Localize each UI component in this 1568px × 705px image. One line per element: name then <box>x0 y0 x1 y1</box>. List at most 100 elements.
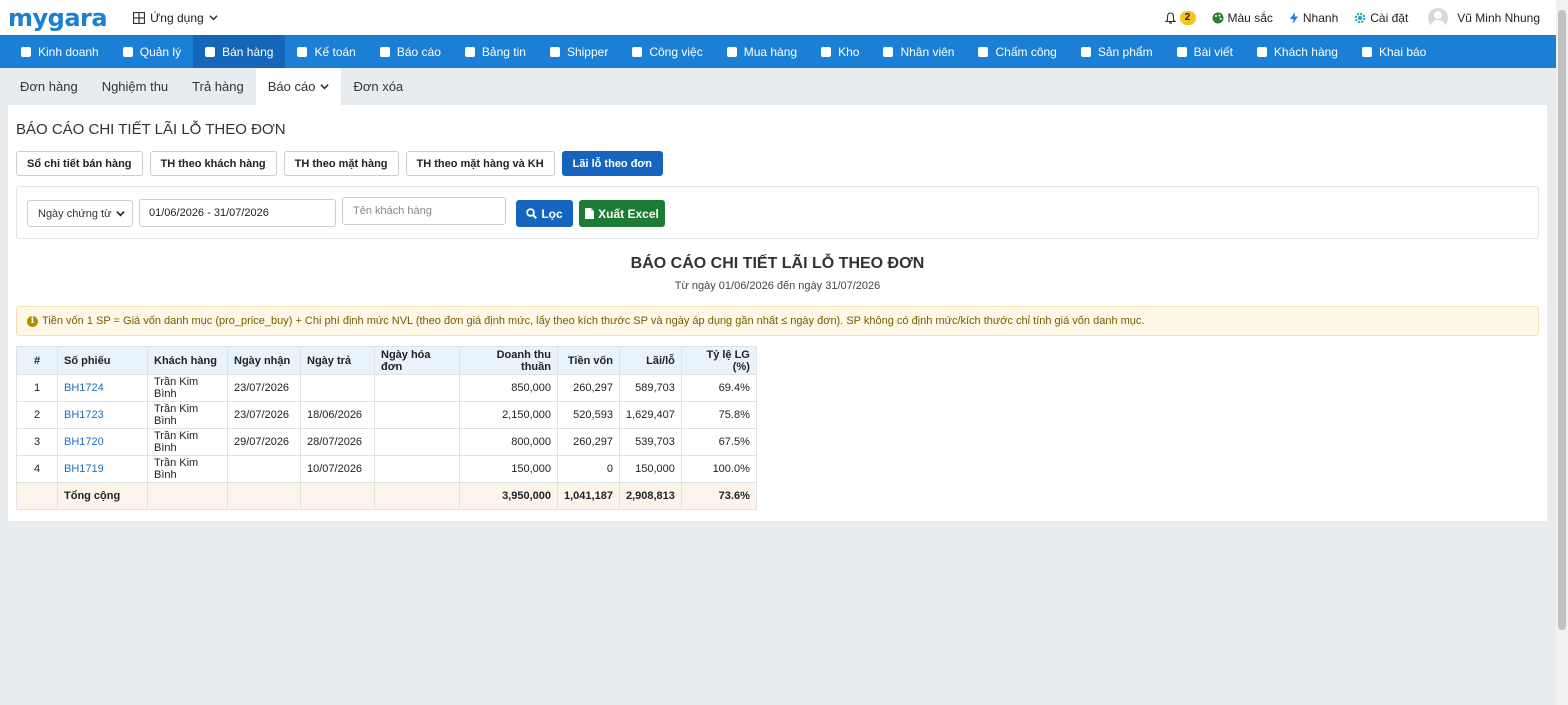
export-label: Xuất Excel <box>598 206 659 221</box>
subtab-5[interactable]: Đơn xóa <box>341 68 415 105</box>
cell-cost: 260,297 <box>557 428 620 456</box>
filter-button[interactable]: Lọc <box>516 200 573 227</box>
cell-customer: Trần Kim Bình <box>147 401 228 429</box>
brand-logo[interactable]: mygara <box>8 3 108 33</box>
total-empty-cell <box>300 482 375 510</box>
order-link[interactable]: BH1719 <box>64 463 104 475</box>
pie-chart-icon <box>379 46 390 57</box>
cell-invoice <box>374 374 460 402</box>
cell-profit: 1,629,407 <box>618 401 682 429</box>
table-row: 2 BH1723 Trần Kim Bình 23/07/2026 18/06/2026… <box>16 401 757 429</box>
quick-button[interactable]: Nhanh <box>1289 11 1338 25</box>
table-header-row: # Số phiếu Khách hàng Ngày nhận Ngày trả Ngày… <box>16 346 757 375</box>
top-right-menu: 2 Màu sắc Nhanh Cài đặt Vũ Minh Nhung <box>1149 7 1540 28</box>
nav-item-label: Quản lý <box>139 44 182 59</box>
cell-invoice <box>374 455 460 483</box>
subtab-3[interactable]: Trả hàng <box>180 68 256 105</box>
cell-profit: 539,703 <box>618 428 682 456</box>
customer-name-input[interactable]: Tên khách hàng <box>342 197 506 225</box>
report-button-5[interactable]: Lãi lỗ theo đơn <box>561 151 663 176</box>
order-link[interactable]: BH1724 <box>64 382 104 394</box>
subtab-4[interactable]: Báo cáo <box>255 68 342 105</box>
nav-item-15[interactable]: Khách hàng <box>1245 35 1350 68</box>
report-button-4[interactable]: TH theo mặt hàng và KH <box>405 151 555 176</box>
nav-item-4[interactable]: Kế toán <box>285 35 367 68</box>
report-button-1[interactable]: Sổ chi tiết bán hàng <box>16 151 143 176</box>
nav-item-10[interactable]: Kho <box>809 35 871 68</box>
nav-item-6[interactable]: Bảng tin <box>453 35 538 68</box>
cell-code: BH1723 <box>57 401 148 429</box>
color-label: Màu sắc <box>1227 10 1273 25</box>
settings-label: Cài đặt <box>1370 10 1409 25</box>
nav-item-7[interactable]: Shipper <box>538 35 620 68</box>
apps-menu[interactable]: Ứng dụng <box>133 11 218 25</box>
date-type-value: Ngày chứng từ <box>38 207 112 220</box>
subtab-1[interactable]: Đơn hàng <box>8 68 90 105</box>
nav-item-1[interactable]: Kinh doanh <box>9 35 111 68</box>
color-button[interactable]: Màu sắc <box>1212 11 1273 25</box>
column-header: Ngày nhận <box>227 346 301 375</box>
page-scrollbar[interactable] <box>1556 0 1568 705</box>
bolt-icon <box>1289 11 1298 24</box>
user-menu[interactable]: Vũ Minh Nhung <box>1428 7 1540 28</box>
nav-item-3[interactable]: Bán hàng <box>193 35 286 68</box>
column-header: Tiền vốn <box>557 346 620 375</box>
apps-label: Ứng dụng <box>150 10 204 25</box>
nav-item-label: Shipper <box>566 44 609 59</box>
subtab-label: Đơn xóa <box>353 79 404 94</box>
filter-bar: Ngày chứng từ 01/06/2026 - 31/07/2026 Tê… <box>16 186 1539 239</box>
nav-item-11[interactable]: Nhân viên <box>871 35 966 68</box>
nav-item-label: Bán hàng <box>222 44 274 59</box>
cell-ratio: 67.5% <box>680 428 757 456</box>
smile-icon <box>1256 46 1267 57</box>
cell-ratio: 100.0% <box>680 455 757 483</box>
order-link[interactable]: BH1720 <box>64 436 104 448</box>
report-button-3[interactable]: TH theo mặt hàng <box>283 151 399 176</box>
cell-revenue: 850,000 <box>459 374 558 402</box>
nav-item-label: Kinh doanh <box>38 44 99 59</box>
nav-item-label: Báo cáo <box>396 44 441 59</box>
nav-item-5[interactable]: Báo cáo <box>368 35 453 68</box>
calendar-icon <box>632 46 643 57</box>
cell-returned: 10/07/2026 <box>300 455 375 483</box>
file-icon <box>585 208 595 219</box>
cell-code: BH1719 <box>57 455 148 483</box>
nav-item-12[interactable]: Chấm công <box>966 35 1068 68</box>
subtab-2[interactable]: Nghiệm thu <box>90 68 180 105</box>
export-excel-button[interactable]: Xuất Excel <box>579 200 665 227</box>
scrollbar-thumb[interactable] <box>1558 10 1566 630</box>
nav-item-label: Kho <box>838 44 860 59</box>
order-link[interactable]: BH1723 <box>64 409 104 421</box>
report-table: # Số phiếu Khách hàng Ngày nhận Ngày trả Ngày… <box>16 346 757 510</box>
total-empty-cell <box>16 482 58 510</box>
nav-item-13[interactable]: Sản phẩm <box>1069 35 1165 68</box>
notifications-button[interactable]: 2 <box>1164 10 1196 25</box>
column-header: Số phiếu <box>57 346 148 375</box>
nav-item-label: Chấm công <box>995 44 1057 59</box>
settings-button[interactable]: Cài đặt <box>1354 11 1408 25</box>
nav-item-label: Mua hàng <box>743 44 798 59</box>
id-card-icon <box>122 46 133 57</box>
note-text: Tiền vốn 1 SP = Giá vốn danh mục (pro_pr… <box>42 315 1145 327</box>
total-revenue: 3,950,000 <box>459 482 558 510</box>
nav-item-14[interactable]: Bài viết <box>1165 35 1245 68</box>
date-range-input[interactable]: 01/06/2026 - 31/07/2026 <box>139 199 336 227</box>
nav-item-9[interactable]: Mua hàng <box>715 35 809 68</box>
subtab-label: Nghiệm thu <box>101 79 169 94</box>
sub-tabs: Đơn hàng Nghiệm thu Trả hàng Báo cáo Đơn xóa <box>0 68 1556 105</box>
nav-item-2[interactable]: Quản lý <box>111 35 193 68</box>
date-type-select[interactable]: Ngày chứng từ <box>27 200 133 227</box>
nav-item-16[interactable]: Khai báo <box>1350 35 1438 68</box>
cell-revenue: 150,000 <box>459 455 558 483</box>
report-type-buttons: Sổ chi tiết bán hàng TH theo khách hàng TH… <box>16 151 663 176</box>
box-icon <box>1080 46 1091 57</box>
nav-item-label: Khách hàng <box>1273 44 1338 59</box>
cell-code: BH1724 <box>57 374 148 402</box>
cell-cost: 260,297 <box>557 374 620 402</box>
column-header: Ngày hóa đơn <box>374 346 460 375</box>
chevron-down-icon <box>116 211 125 217</box>
report-button-2[interactable]: TH theo khách hàng <box>149 151 277 176</box>
cost-note: i Tiền vốn 1 SP = Giá vốn danh mục (pro_… <box>16 306 1539 336</box>
cell-returned: 18/06/2026 <box>300 401 375 429</box>
nav-item-8[interactable]: Công việc <box>620 35 714 68</box>
